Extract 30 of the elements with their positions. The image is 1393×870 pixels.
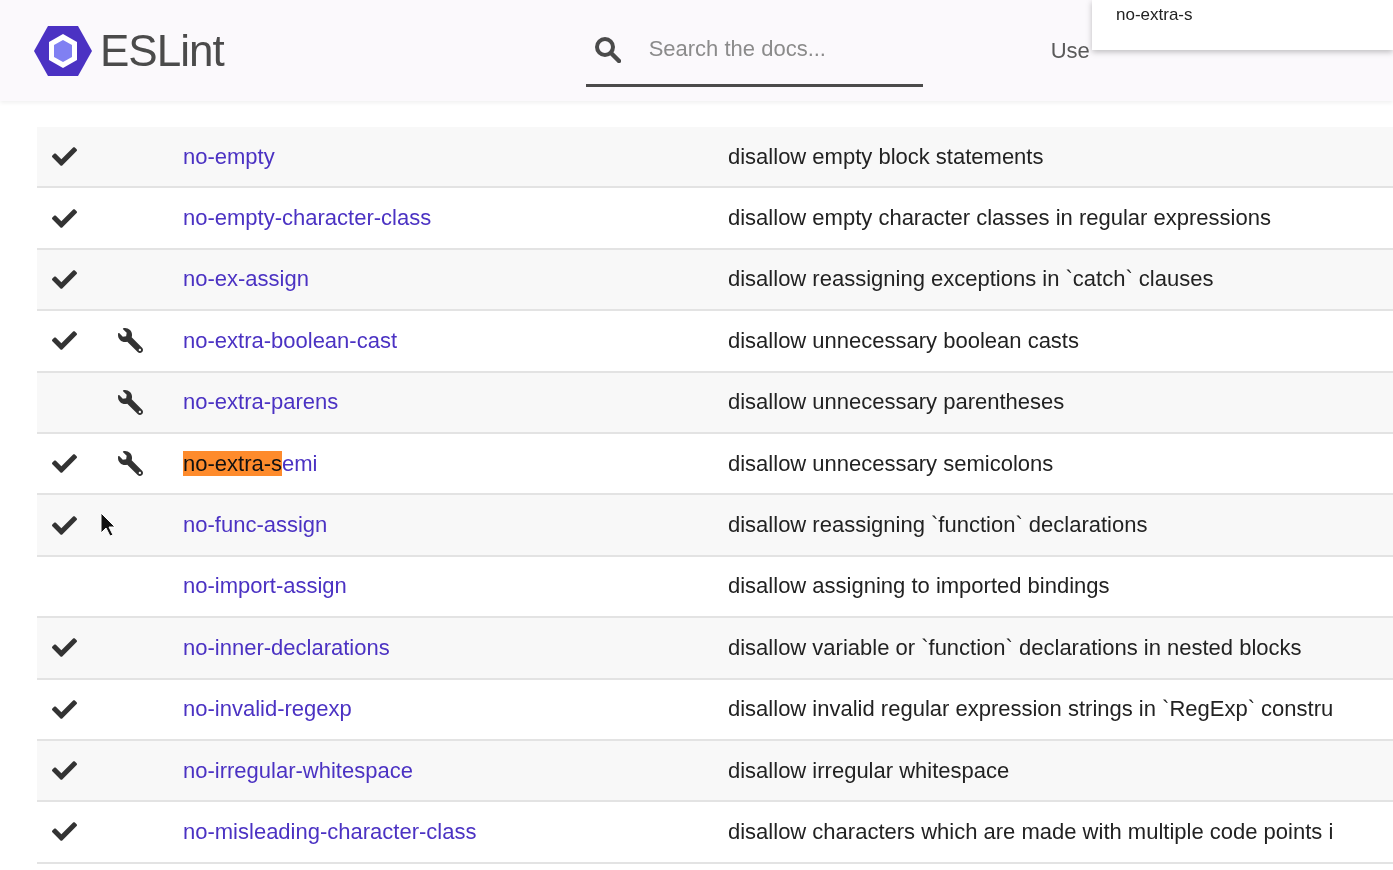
- rule-description: disallow assigning to imported bindings: [728, 573, 1110, 600]
- rule-description: disallow reassigning exceptions in `catch` clauses: [728, 266, 1214, 293]
- rule-link[interactable]: no-empty-character-class: [183, 205, 432, 232]
- rule-description: disallow empty character classes in regular expressions: [728, 205, 1271, 232]
- rule-description: disallow characters which are made with multiple code points i: [728, 819, 1334, 845]
- rule-description: disallow irregular whitespace: [728, 757, 1010, 784]
- logo-icon: [34, 24, 92, 77]
- rule-link[interactable]: no-misleading-character-class: [183, 819, 477, 845]
- rule-link[interactable]: no-ex-assign: [183, 266, 309, 293]
- rule-description: disallow unnecessary boolean casts: [728, 327, 1079, 354]
- rule-description: disallow invalid regular expression strings in `RegExp` constru: [728, 696, 1334, 723]
- rule-description: disallow variable or `function` declarations in nested blocks: [728, 634, 1302, 661]
- rule-description: disallow unnecessary semicolons: [728, 450, 1054, 477]
- search-field[interactable]: Search the docs...: [646, 35, 911, 63]
- rule-link[interactable]: no-extra-parens: [183, 389, 339, 416]
- rule-description: disallow empty block statements: [728, 143, 1044, 170]
- rule-link[interactable]: no-irregular-whitespace: [183, 757, 413, 784]
- nav-link[interactable]: Use: [1050, 37, 1090, 64]
- rule-link[interactable]: no-invalid-regexp: [183, 696, 352, 723]
- search-icon: [593, 35, 621, 63]
- rule-link[interactable]: no-empty: [183, 143, 275, 170]
- rule-link[interactable]: no-import-assign: [183, 573, 347, 600]
- cursor-icon: [100, 512, 116, 538]
- rule-description: disallow unnecessary parentheses: [728, 389, 1065, 416]
- rule-link[interactable]: no-inner-declarations: [183, 634, 390, 661]
- logo-text[interactable]: ESLint: [100, 25, 224, 76]
- rule-link[interactable]: no-extra-boolean-cast: [183, 327, 397, 354]
- rule-description: disallow reassigning `function` declarations: [728, 512, 1148, 539]
- search-suggestion[interactable]: no-extra-s: [1092, 0, 1393, 50]
- rule-link[interactable]: no-func-assign: [183, 512, 328, 539]
